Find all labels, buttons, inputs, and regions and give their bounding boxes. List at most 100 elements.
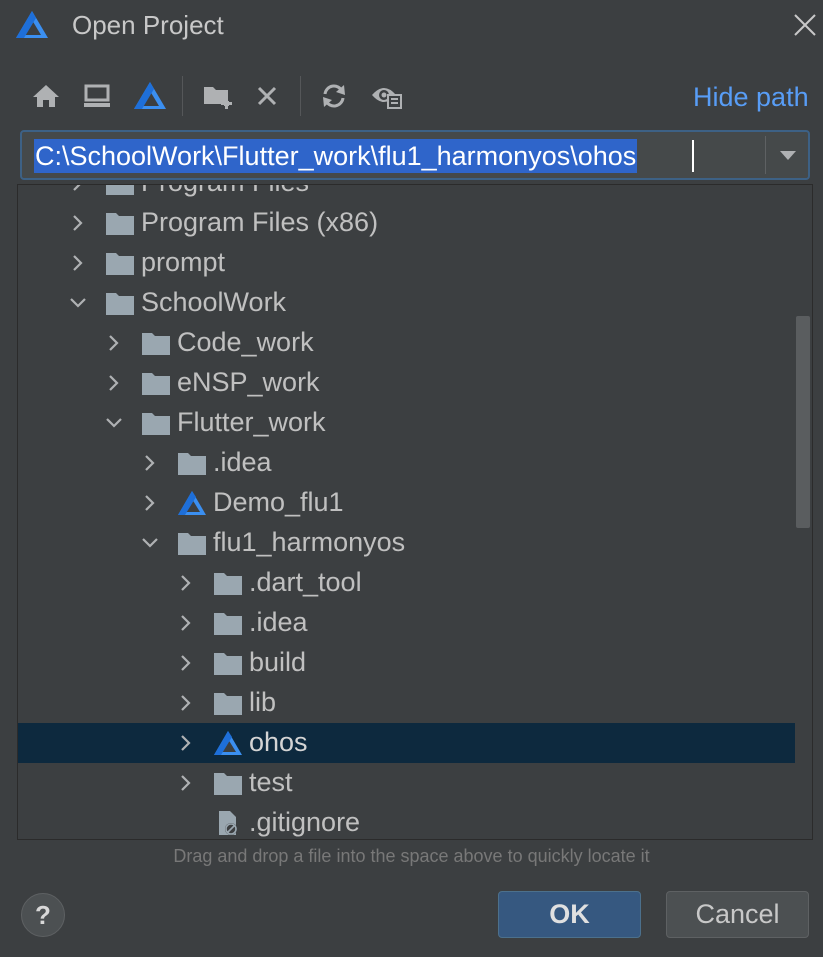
toolbar-separator [300,76,301,116]
chevron-right-icon[interactable] [176,653,196,673]
tree-row[interactable]: test [18,763,795,803]
scrollbar-thumb[interactable] [796,316,810,528]
tree-row-label: SchoolWork [141,287,287,317]
hide-path-link[interactable]: Hide path [693,80,809,114]
tree-row[interactable]: .idea [18,443,795,483]
path-combobox: C:\SchoolWork\Flutter_work\flu1_harmonyo… [20,130,810,180]
path-input[interactable]: C:\SchoolWork\Flutter_work\flu1_harmonyo… [34,139,638,173]
chevron-right-icon[interactable] [140,493,160,513]
home-button[interactable] [26,74,66,118]
tree-scrollbar[interactable] [794,184,813,840]
tree-row-label: test [249,767,293,797]
path-history-dropdown[interactable] [770,136,806,174]
tree-row[interactable]: SchoolWork [18,283,795,323]
chevron-right-icon[interactable] [68,213,88,233]
folder-icon [178,453,206,475]
tree-row-label: .idea [249,607,308,637]
file-tree[interactable]: Program Files Program Files (x86) prompt Sc… [17,184,813,840]
chevron-down-icon[interactable] [104,413,124,433]
tree-row-label: lib [249,687,277,717]
tree-row-label: Demo_flu1 [213,487,344,517]
chevron-right-icon[interactable] [176,693,196,713]
folder-icon [106,185,134,195]
dropdown-separator [765,136,766,174]
title-bar: Open Project [0,0,823,52]
tree-row-label: flu1_harmonyos [213,527,406,557]
tree-row-label: .idea [213,447,272,477]
tree-row[interactable]: .idea [18,603,795,643]
tree-row-label: Program Files [141,185,309,199]
toolbar: Hide path [20,74,810,120]
tree-row[interactable]: .dart_tool [18,563,795,603]
tree-row[interactable]: Code_work [18,323,795,363]
tree-row[interactable]: .gitignore [18,803,795,839]
tree-row-label: prompt [141,247,226,277]
text-caret [692,140,694,172]
chevron-right-icon[interactable] [68,184,88,193]
tree-row-label: .dart_tool [249,567,362,597]
chevron-right-icon[interactable] [104,333,124,353]
chevron-right-icon[interactable] [176,733,196,753]
chevron-right-icon[interactable] [176,573,196,593]
chevron-down-icon[interactable] [68,293,88,313]
chevron-down-icon[interactable] [140,533,160,553]
ignored-file-icon [219,811,237,835]
tree-row[interactable]: Program Files [18,184,795,203]
delete-button[interactable] [247,74,287,118]
harmony-project-icon [178,491,206,515]
help-button[interactable]: ? [21,893,65,937]
folder-icon [214,573,242,595]
refresh-icon [323,84,345,108]
folder-icon [142,333,170,355]
folder-icon [106,293,134,315]
delete-icon [257,86,277,106]
close-icon[interactable] [790,10,820,40]
tree-row-label: Code_work [177,327,314,357]
new-folder-icon [204,87,232,109]
dialog-title: Open Project [72,10,224,40]
harmony-logo-icon [134,82,166,109]
home-icon [33,85,59,107]
new-folder-button[interactable] [198,74,238,118]
chevron-right-icon[interactable] [140,453,160,473]
chevron-right-icon[interactable] [176,613,196,633]
project-button[interactable] [130,74,170,118]
tree-row[interactable]: ohos [18,723,795,763]
harmony-project-icon [214,731,242,755]
tree-row-label: Program Files (x86) [141,207,379,237]
tree-row[interactable]: eNSP_work [18,363,795,403]
folder-icon [178,533,206,555]
tree-row[interactable]: Program Files (x86) [18,203,795,243]
chevron-down-icon [780,151,796,160]
tree-row-label: eNSP_work [177,367,320,397]
toolbar-separator [182,76,183,116]
folder-icon [106,213,134,235]
folder-icon [214,693,242,715]
cancel-button[interactable]: Cancel [666,891,809,938]
folder-icon [214,773,242,795]
folder-icon [142,373,170,395]
tree-row[interactable]: flu1_harmonyos [18,523,795,563]
chevron-right-icon[interactable] [176,773,196,793]
tree-row-label: Flutter_work [177,407,326,437]
show-hidden-icon [372,88,402,109]
tree-row-label: .gitignore [249,807,361,837]
tree-row-label: build [249,647,307,677]
desktop-icon [84,84,110,107]
folder-icon [214,613,242,635]
folder-icon [214,653,242,675]
tree-row[interactable]: Demo_flu1 [18,483,795,523]
desktop-button[interactable] [77,74,117,118]
ok-button[interactable]: OK [498,891,641,938]
tree-row[interactable]: build [18,643,795,683]
folder-icon [106,253,134,275]
chevron-right-icon[interactable] [104,373,124,393]
tree-row[interactable]: lib [18,683,795,723]
tree-row-label: ohos [249,727,308,757]
tree-row[interactable]: prompt [18,243,795,283]
refresh-button[interactable] [314,74,354,118]
show-hidden-button[interactable] [367,74,407,118]
folder-icon [142,413,170,435]
chevron-right-icon[interactable] [68,253,88,273]
tree-row[interactable]: Flutter_work [18,403,795,443]
